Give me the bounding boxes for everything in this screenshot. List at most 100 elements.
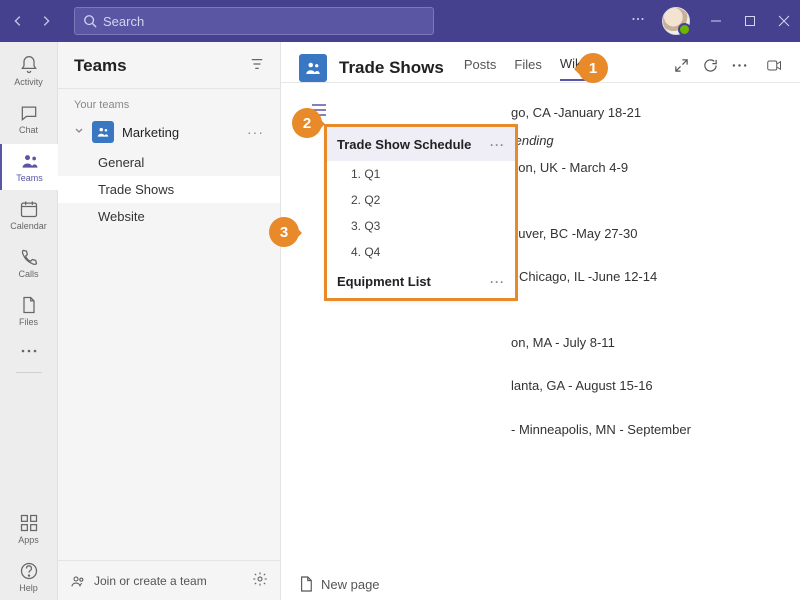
wiki-page-q3[interactable]: 3. Q3	[327, 213, 515, 239]
rail-teams[interactable]: Teams	[0, 144, 58, 190]
filter-button[interactable]	[250, 57, 264, 76]
phone-icon	[19, 247, 39, 267]
meet-button[interactable]	[767, 58, 782, 78]
search-icon	[83, 14, 97, 28]
channel-title: Trade Shows	[339, 58, 444, 78]
wiki-section-more[interactable]: ···	[490, 275, 505, 289]
title-bar: Search	[0, 0, 800, 42]
wiki-document[interactable]: go, CA -January 18-21 tending don, UK - …	[511, 83, 800, 439]
wiki-page-q2[interactable]: 2. Q2	[327, 187, 515, 213]
team-marketing[interactable]: Marketing ···	[58, 115, 280, 149]
new-page-icon	[299, 576, 313, 592]
search-input[interactable]: Search	[74, 7, 434, 35]
content-more-button[interactable]	[732, 58, 747, 78]
calendar-icon	[19, 199, 39, 219]
rail-label: Chat	[19, 125, 38, 135]
rail-label: Calendar	[10, 221, 47, 231]
rail-more[interactable]	[0, 336, 58, 366]
rail-label: Apps	[18, 535, 39, 545]
chevron-down-icon	[74, 123, 84, 141]
window-maximize-button[interactable]	[742, 15, 758, 27]
teams-pane: Teams Your teams Marketing ··· General T…	[58, 42, 281, 600]
rail-label: Help	[19, 583, 38, 593]
channel-trade-shows[interactable]: Trade Shows	[58, 176, 280, 203]
expand-button[interactable]	[674, 58, 689, 78]
refresh-icon	[703, 58, 718, 73]
join-create-team-button[interactable]: Join or create a team	[70, 573, 207, 589]
channel-general[interactable]: General	[58, 149, 280, 176]
more-icon	[21, 349, 37, 353]
rail-label: Files	[19, 317, 38, 327]
rail-chat[interactable]: Chat	[0, 96, 58, 142]
doc-line: tending	[511, 131, 780, 151]
rail-activity[interactable]: Activity	[0, 48, 58, 94]
pane-title: Teams	[74, 56, 127, 76]
filter-icon	[250, 57, 264, 71]
apps-icon	[19, 513, 39, 533]
more-icon	[732, 58, 747, 73]
help-icon	[19, 561, 39, 581]
rail-label: Teams	[16, 173, 43, 183]
app-rail: Activity Chat Teams Calendar Calls Files	[0, 42, 58, 600]
team-avatar	[92, 121, 114, 143]
join-create-label: Join or create a team	[94, 574, 207, 588]
nav-forward-button[interactable]	[36, 11, 56, 31]
doc-line: - Chicago, IL -June 12-14	[511, 267, 780, 287]
meet-icon	[767, 58, 782, 73]
new-page-label: New page	[321, 577, 380, 592]
rail-calendar[interactable]: Calendar	[0, 192, 58, 238]
rail-apps[interactable]: Apps	[0, 506, 58, 552]
tab-posts[interactable]: Posts	[464, 57, 497, 80]
doc-line: ouver, BC -May 27-30	[511, 224, 780, 244]
main: Activity Chat Teams Calendar Calls Files	[0, 42, 800, 600]
file-icon	[19, 295, 39, 315]
content-area: Trade Shows Posts Files Wiki	[281, 42, 800, 600]
titlebar-right	[632, 7, 792, 35]
more-button[interactable]	[632, 12, 644, 30]
wiki-section-trade-show-schedule[interactable]: Trade Show Schedule ···	[327, 128, 515, 161]
doc-line: don, UK - March 4-9	[511, 158, 780, 178]
team-name: Marketing	[122, 125, 239, 140]
tab-files[interactable]: Files	[514, 57, 541, 80]
wiki-section-title: Trade Show Schedule	[337, 137, 471, 152]
doc-line: lanta, GA - August 15-16	[511, 376, 780, 396]
rail-label: Calls	[18, 269, 38, 279]
people-icon	[70, 573, 86, 589]
search-wrap: Search	[74, 7, 434, 35]
content-body: Trade Show Schedule ··· 1. Q1 2. Q2 3. Q…	[281, 83, 800, 600]
manage-teams-button[interactable]	[252, 571, 268, 590]
channel-avatar	[299, 54, 327, 82]
wiki-section-title: Equipment List	[337, 274, 431, 289]
refresh-button[interactable]	[703, 58, 718, 78]
bell-icon	[19, 55, 39, 75]
annotation-1: 1	[578, 53, 608, 83]
wiki-page-q1[interactable]: 1. Q1	[327, 161, 515, 187]
doc-line: - Minneapolis, MN - September	[511, 420, 780, 440]
teams-icon	[20, 151, 40, 171]
wiki-page-q4[interactable]: 4. Q4	[327, 239, 515, 265]
search-placeholder: Search	[103, 14, 144, 29]
window-close-button[interactable]	[776, 15, 792, 27]
channel-website[interactable]: Website	[58, 203, 280, 230]
divider	[16, 372, 42, 373]
content-header: Trade Shows Posts Files Wiki	[281, 42, 800, 82]
annotation-3: 3	[269, 217, 299, 247]
doc-line: on, MA - July 8-11	[511, 333, 780, 353]
rail-label: Activity	[14, 77, 43, 87]
wiki-section-equipment-list[interactable]: Equipment List ···	[327, 265, 515, 298]
wiki-section-more[interactable]: ···	[490, 138, 505, 152]
wiki-nav-panel: Trade Show Schedule ··· 1. Q1 2. Q2 3. Q…	[327, 127, 515, 298]
window-minimize-button[interactable]	[708, 15, 724, 27]
avatar[interactable]	[662, 7, 690, 35]
rail-help[interactable]: Help	[0, 554, 58, 600]
rail-calls[interactable]: Calls	[0, 240, 58, 286]
expand-icon	[674, 58, 689, 73]
content-header-actions	[674, 58, 782, 78]
nav-back-button[interactable]	[8, 11, 28, 31]
team-more-button[interactable]: ···	[247, 124, 264, 140]
pane-subtitle: Your teams	[58, 95, 280, 115]
chat-icon	[19, 103, 39, 123]
rail-files[interactable]: Files	[0, 288, 58, 334]
new-page-button[interactable]: New page	[299, 576, 380, 592]
doc-line: go, CA -January 18-21	[511, 103, 780, 123]
